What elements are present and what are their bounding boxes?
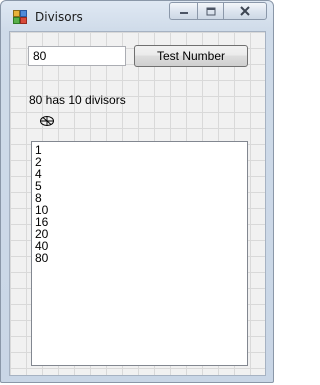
list-item[interactable]: 20	[35, 228, 244, 240]
close-button[interactable]	[223, 2, 267, 20]
list-item[interactable]: 1	[35, 144, 244, 156]
list-item[interactable]: 8	[35, 192, 244, 204]
divisors-list[interactable]: 1 2 4 5 8 10 16 20 40 80	[31, 141, 248, 366]
maximize-button[interactable]	[197, 2, 223, 20]
list-item[interactable]: 80	[35, 252, 244, 264]
list-item[interactable]: 16	[35, 216, 244, 228]
pencil-busy-icon	[40, 116, 54, 126]
app-window-icon	[13, 10, 27, 24]
caption-buttons	[169, 2, 267, 20]
maximize-icon	[206, 7, 215, 15]
number-input[interactable]	[28, 46, 126, 66]
list-item[interactable]: 40	[35, 240, 244, 252]
list-item[interactable]: 5	[35, 180, 244, 192]
result-label: 80 has 10 divisors	[29, 93, 126, 107]
list-item[interactable]: 2	[35, 156, 244, 168]
list-item[interactable]: 4	[35, 168, 244, 180]
close-icon	[240, 6, 250, 16]
minimize-button[interactable]	[169, 2, 197, 20]
test-number-button[interactable]: Test Number	[134, 45, 248, 67]
window-title: Divisors	[35, 10, 83, 24]
form-client-area: Test Number 80 has 10 divisors 1 2 4 5 8…	[9, 31, 266, 376]
minimize-icon	[179, 12, 188, 14]
title-bar[interactable]: Divisors	[1, 1, 273, 31]
list-item[interactable]: 10	[35, 204, 244, 216]
divisors-window: Divisors Test Number 80 has 10	[0, 0, 274, 383]
